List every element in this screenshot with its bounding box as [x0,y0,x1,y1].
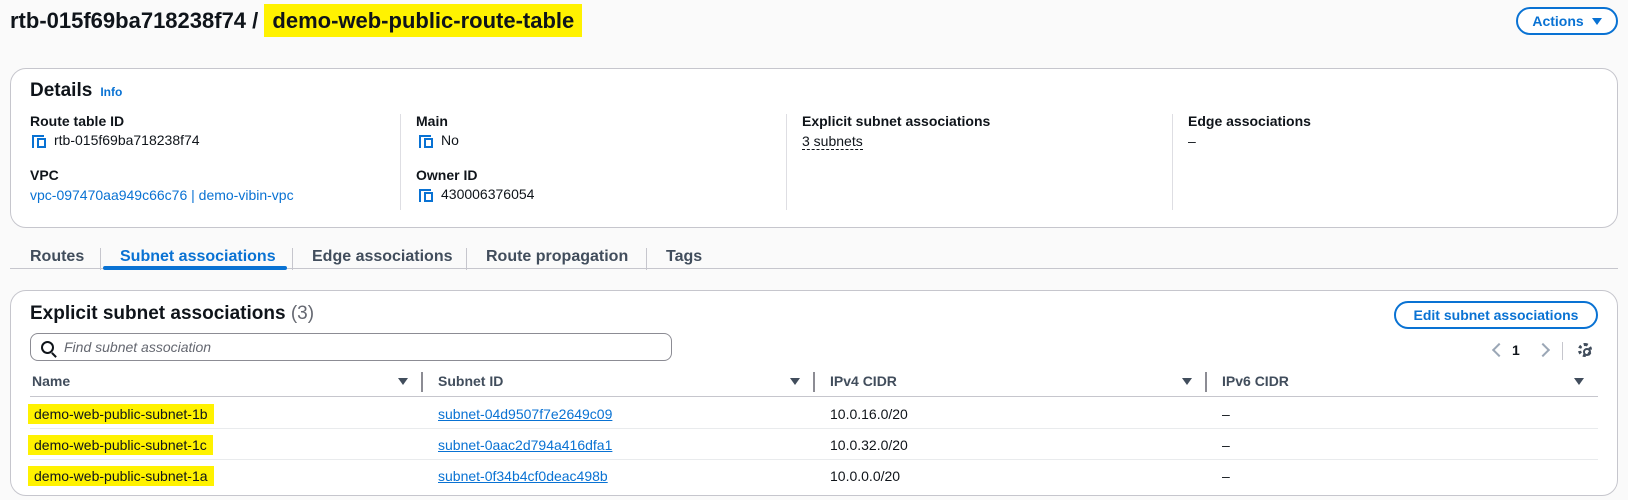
details-title: Details [30,80,93,101]
subnet-name-cell: demo-web-public-subnet-1a [28,466,214,486]
tab-routes[interactable]: Routes [30,248,84,266]
column-divider [786,114,787,210]
subnet-associations-title: Explicit subnet associations [30,303,286,324]
edge-associations-value: – [1188,133,1196,149]
main-value: No [441,132,459,148]
ipv6-cidr-cell: – [1222,468,1230,484]
copy-icon[interactable] [419,132,435,148]
explicit-associations-field: 3 subnets [802,133,863,150]
route-table-id-field: rtb-015f69ba718238f74 [32,132,200,148]
sort-caret-icon[interactable] [1574,378,1584,385]
tab-route-propagation[interactable]: Route propagation [486,248,628,266]
column-header-subnet-id[interactable]: Subnet ID [438,373,503,389]
pagination-divider [1562,342,1563,360]
column-divider [400,114,401,210]
tab-separator [100,248,101,270]
search-placeholder: Find subnet association [64,339,212,355]
ipv6-cidr-cell: – [1222,406,1230,422]
edge-associations-label: Edge associations [1188,113,1311,129]
subnet-associations-heading: Explicit subnet associations (3) [30,303,314,325]
owner-id-label: Owner ID [416,167,478,183]
info-link[interactable]: Info [100,85,122,99]
subnet-id-link[interactable]: subnet-0aac2d794a416dfa1 [438,437,612,453]
column-resize-handle[interactable] [421,372,423,392]
search-input[interactable]: Find subnet association [30,333,672,361]
edit-subnet-associations-button[interactable]: Edit subnet associations [1394,301,1598,329]
column-header-name[interactable]: Name [32,373,70,389]
subnet-count: (3) [290,303,315,324]
route-table-id-label: Route table ID [30,113,125,129]
vpc-label: VPC [30,167,59,183]
column-resize-handle[interactable] [1205,372,1207,392]
column-divider [1172,114,1173,210]
tab-tags[interactable]: Tags [666,248,702,266]
active-tab-indicator [103,266,287,270]
sort-caret-icon[interactable] [1182,378,1192,385]
owner-id-value: 430006376054 [441,186,535,202]
details-heading: Details Info [30,80,122,102]
route-table-id-title: rtb-015f69ba718238f74 [10,8,247,33]
tab-separator [646,248,647,270]
copy-icon[interactable] [32,132,48,148]
route-table-name-title: demo-web-public-route-table [264,4,583,37]
subnet-id-link[interactable]: subnet-0f34b4cf0deac498b [438,468,608,484]
ipv4-cidr-cell: 10.0.0.0/20 [830,468,901,484]
column-header-ipv6-cidr[interactable]: IPv6 CIDR [1222,373,1289,389]
tab-subnet-associations[interactable]: Subnet associations [120,248,276,266]
column-resize-handle[interactable] [813,372,815,392]
owner-id-field: 430006376054 [419,186,534,202]
explicit-associations-value[interactable]: 3 subnets [802,133,863,150]
main-field: No [419,132,459,148]
tab-separator [292,248,293,270]
vpc-link[interactable]: vpc-097470aa949c66c76 | demo-vibin-vpc [30,187,294,203]
actions-label: Actions [1532,13,1584,29]
tab-separator [466,248,467,270]
copy-icon[interactable] [419,186,435,202]
actions-button[interactable]: Actions [1516,7,1618,35]
page-number[interactable]: 1 [1512,342,1520,358]
column-header-ipv4-cidr[interactable]: IPv4 CIDR [830,373,897,389]
ipv6-cidr-cell: – [1222,437,1230,453]
title-separator: / [246,8,265,33]
explicit-associations-label: Explicit subnet associations [802,113,991,129]
subnet-name-cell: demo-web-public-subnet-1c [28,435,213,455]
sort-caret-icon[interactable] [790,378,800,385]
search-icon [41,340,54,354]
settings-gear-icon[interactable] [1578,343,1592,357]
route-table-id-value: rtb-015f69ba718238f74 [54,132,200,148]
ipv4-cidr-cell: 10.0.16.0/20 [830,406,908,422]
caret-down-icon [1591,17,1602,25]
subnet-name-cell: demo-web-public-subnet-1b [28,404,214,424]
sort-caret-icon[interactable] [398,378,408,385]
ipv4-cidr-cell: 10.0.32.0/20 [830,437,908,453]
tab-edge-associations[interactable]: Edge associations [312,248,453,266]
row-divider [30,459,1598,460]
row-divider [30,428,1598,429]
page-title: rtb-015f69ba718238f74 / demo-web-public-… [10,4,583,37]
subnet-id-link[interactable]: subnet-04d9507f7e2649c09 [438,406,612,422]
table-header-divider [30,396,1598,397]
main-label: Main [416,113,448,129]
